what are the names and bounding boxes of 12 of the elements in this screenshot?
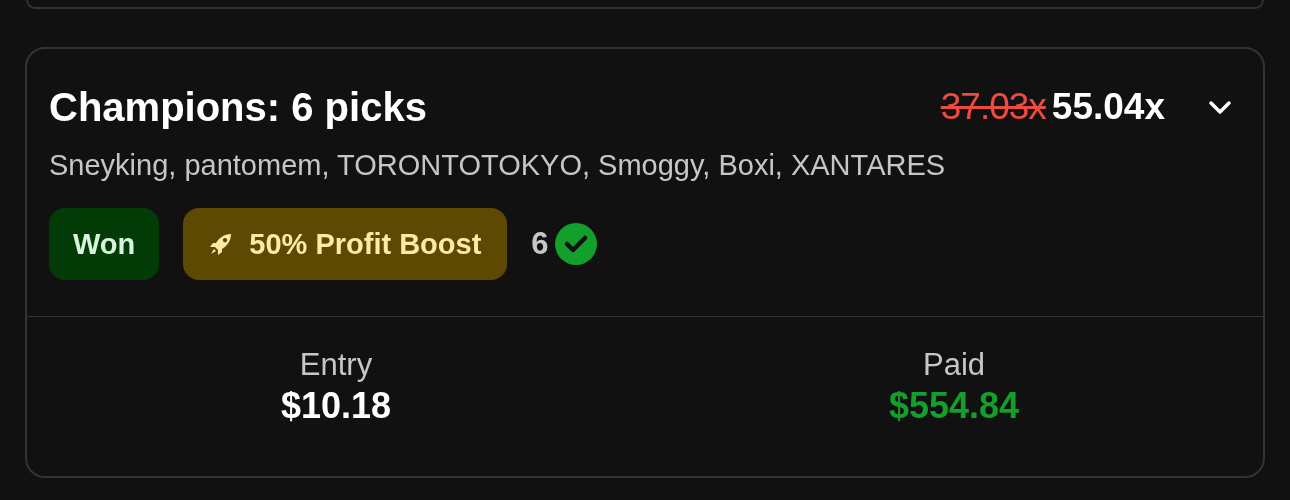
status-badge: Won <box>49 208 160 280</box>
stat-value: $10.18 <box>280 385 392 427</box>
profit-boost-badge: 50% Profit Boost <box>183 208 508 280</box>
multiplier: 55.04x <box>1051 86 1165 128</box>
stat-label: Paid <box>922 347 985 383</box>
stat-label: Entry <box>299 347 373 383</box>
correct-count: 6 <box>531 226 549 262</box>
check-icon <box>554 223 597 265</box>
old-multiplier: 37.03x <box>940 86 1046 128</box>
players-list: Sneyking, pantomem, TORONTOTOKYO, Smoggy, Boxi, XANTARES <box>27 135 1263 182</box>
stat-value: $554.84 <box>888 385 1020 427</box>
card-title: Champions: 6 picks <box>49 84 428 130</box>
